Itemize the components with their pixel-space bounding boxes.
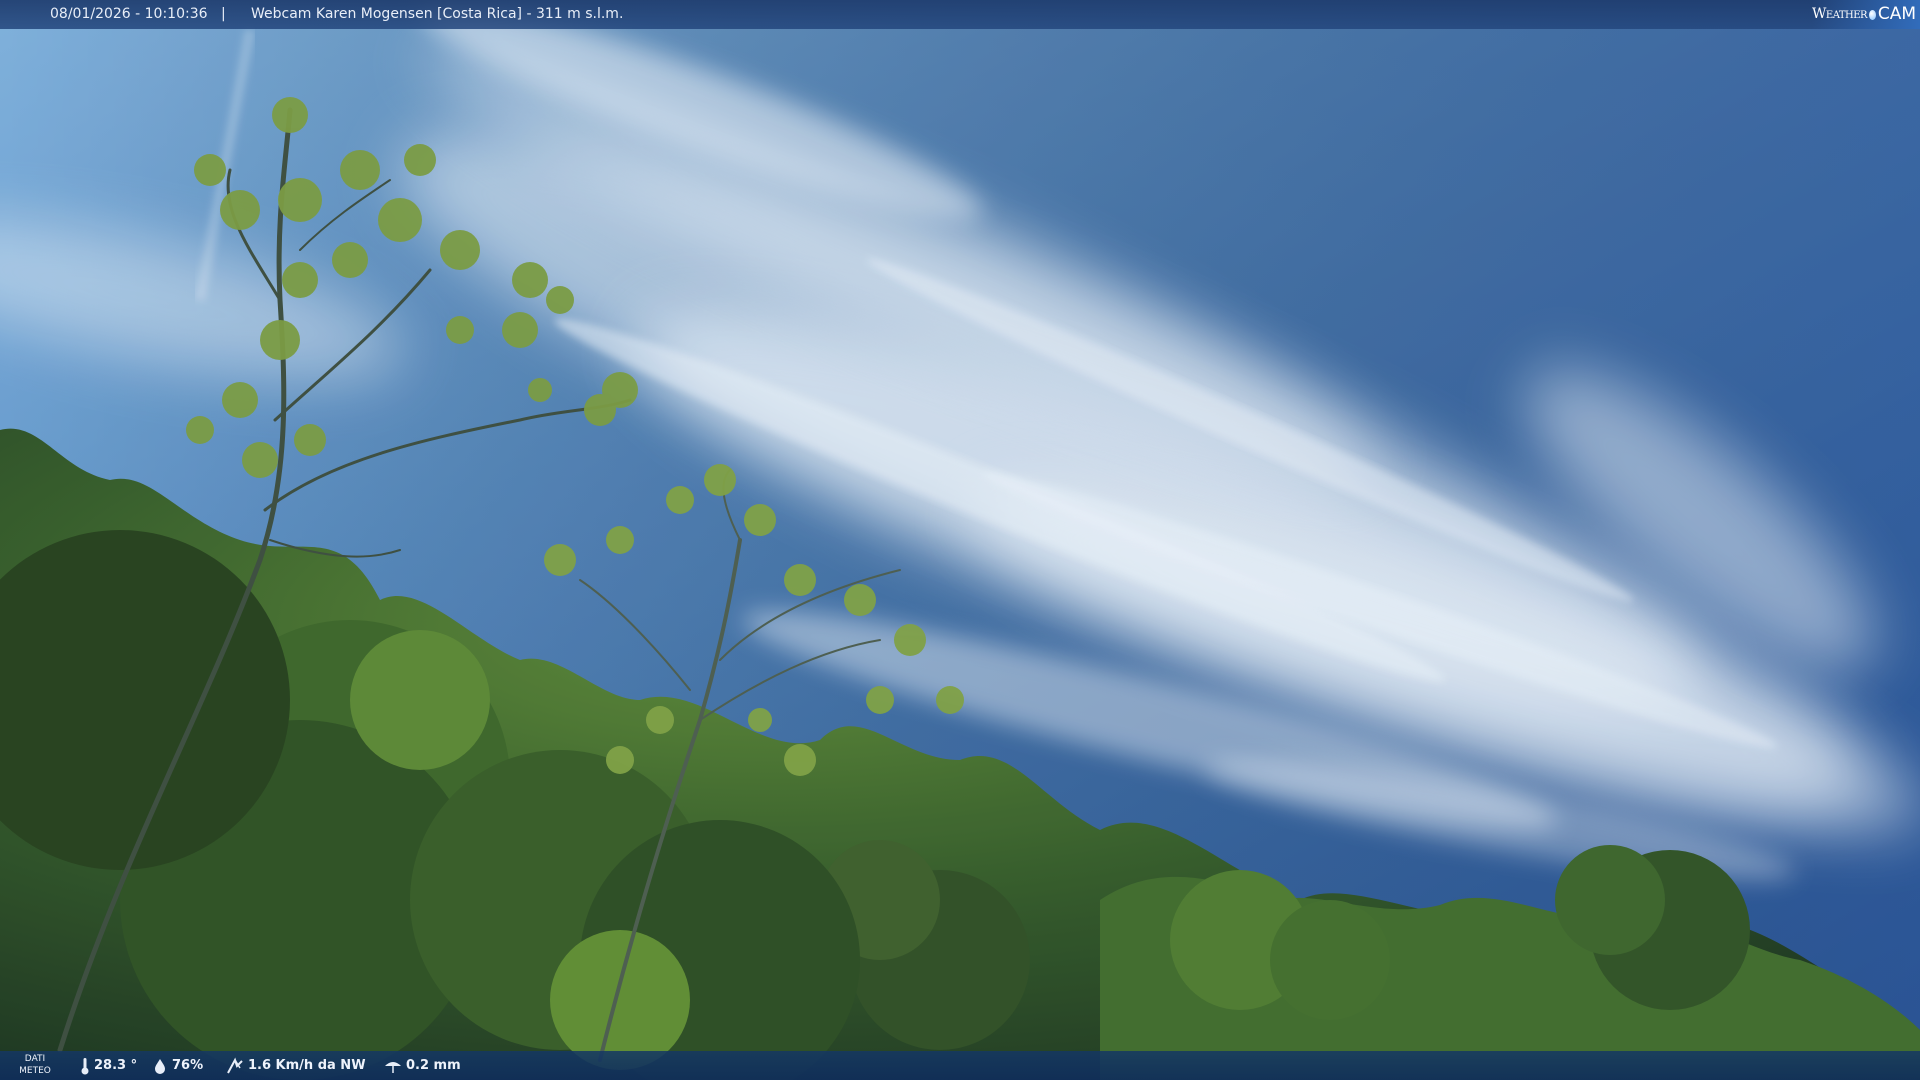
weather-data-bar: DATI METEO 28.3 ° 76% 1.6 Km/h da NW 0.2… xyxy=(0,1051,1920,1080)
rain-reading: 0.2 mm xyxy=(384,1051,461,1080)
logo-cam: CAM xyxy=(1877,4,1916,24)
rain-value: 0.2 mm xyxy=(406,1058,461,1073)
header-separator: | xyxy=(221,6,226,22)
wind-reading: 1.6 Km/h da NW xyxy=(226,1051,366,1080)
humidity-value: 76% xyxy=(172,1058,204,1073)
rain-gauge-icon xyxy=(385,1061,401,1073)
humidity-drop-icon xyxy=(155,1058,165,1074)
temperature-reading: 28.3 ° xyxy=(80,1051,137,1080)
webcam-scene xyxy=(0,0,1920,1080)
wind-value: 1.6 Km/h da NW xyxy=(248,1058,366,1073)
logo-dot-icon xyxy=(1869,9,1876,20)
temperature-value: 28.3 ° xyxy=(94,1058,138,1073)
wind-icon xyxy=(227,1056,243,1073)
dati-meteo-label: DATI METEO xyxy=(19,1054,51,1076)
webcam-header-bar: 08/01/2026 - 10:10:36 | Webcam Karen Mog… xyxy=(0,0,1920,29)
timestamp: 08/01/2026 - 10:10:36 xyxy=(50,6,208,22)
humidity-reading: 76% xyxy=(152,1051,203,1080)
thermometer-icon xyxy=(81,1057,89,1074)
weathercam-logo: Weather CAM xyxy=(1812,0,1920,29)
logo-word: Weather xyxy=(1812,6,1868,22)
camera-title: Webcam Karen Mogensen [Costa Rica] - 311… xyxy=(251,6,624,22)
webcam-view: 08/01/2026 - 10:10:36 | Webcam Karen Mog… xyxy=(0,0,1920,1080)
